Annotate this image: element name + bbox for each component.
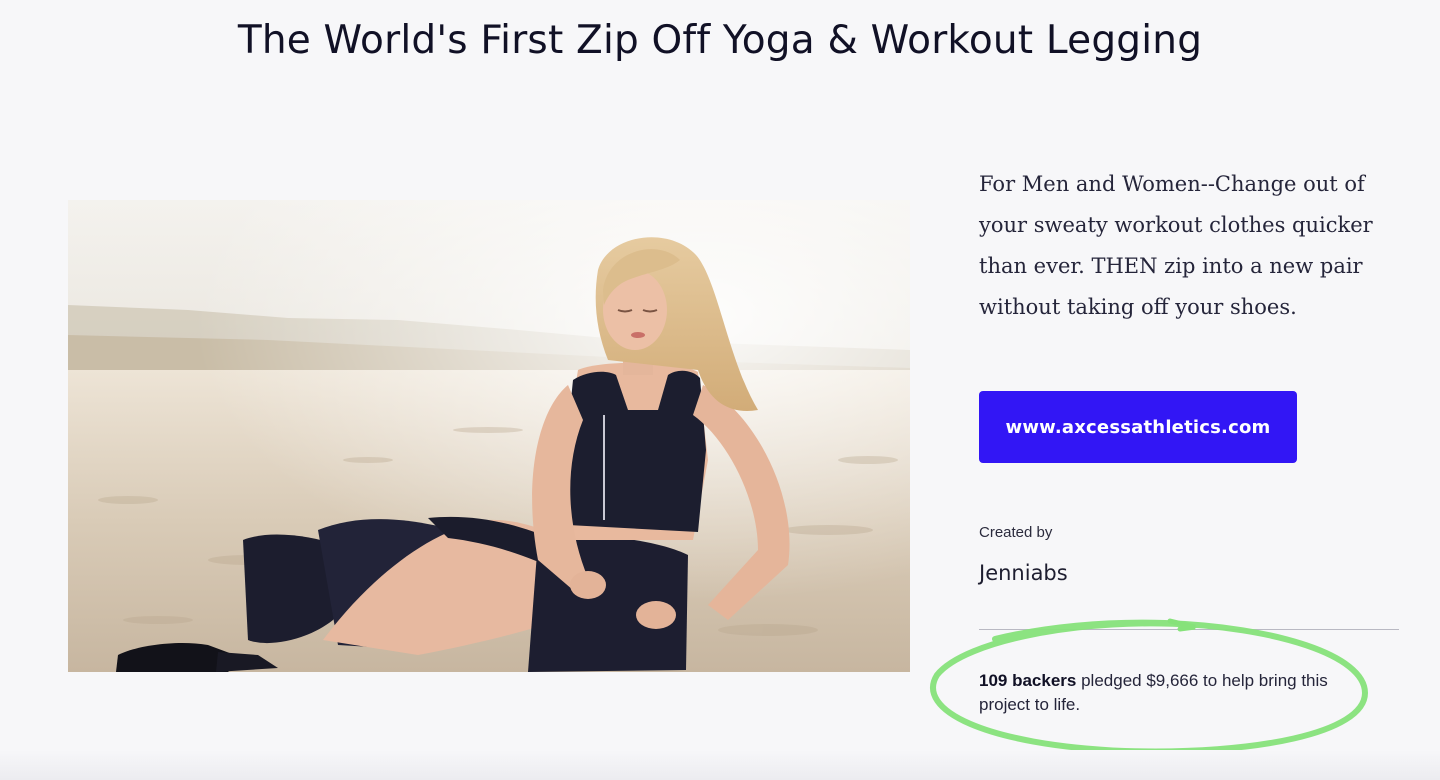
hero-photo — [68, 200, 910, 672]
project-blurb: For Men and Women--Change out of your sw… — [979, 172, 1373, 319]
creator-name-link[interactable]: Jenniabs — [979, 561, 1068, 585]
created-by-label: Created by — [979, 524, 1053, 541]
page-title: The World's First Zip Off Yoga & Workout… — [237, 18, 1203, 63]
website-button[interactable]: www.axcessathletics.com — [979, 391, 1297, 463]
funding-summary: 109 backers pledged $9,666 to help bring… — [979, 669, 1379, 717]
page-bottom-edge — [0, 750, 1440, 780]
backers-count[interactable]: 109 backers — [979, 671, 1076, 690]
hero-image[interactable] — [68, 200, 910, 672]
divider — [979, 629, 1399, 630]
